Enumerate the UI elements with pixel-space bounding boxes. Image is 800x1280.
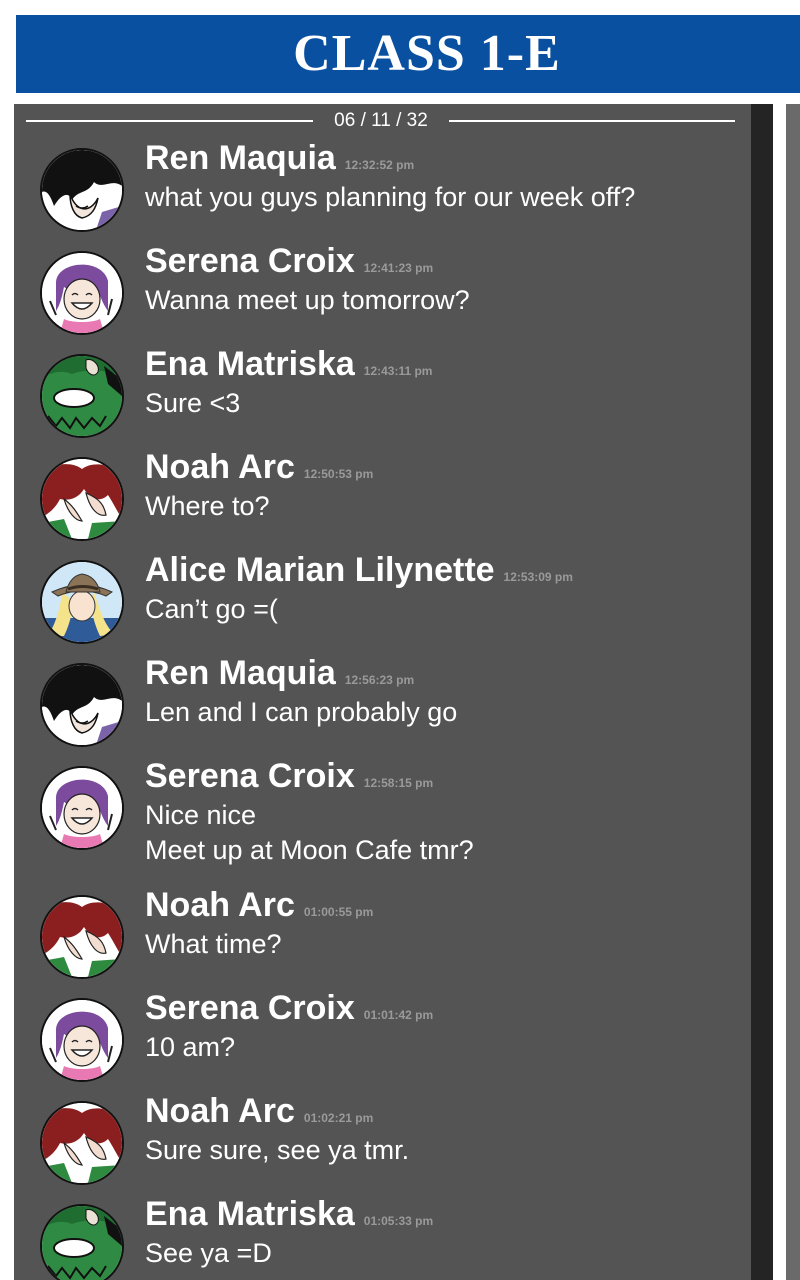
message-body: Can’t go =( bbox=[145, 592, 278, 627]
sender-name[interactable]: Ena Matriska bbox=[145, 345, 355, 383]
message-line: See ya =D bbox=[145, 1238, 272, 1268]
ena-avatar[interactable] bbox=[40, 1204, 124, 1280]
message-body: Wanna meet up tomorrow? bbox=[145, 283, 470, 318]
date-label: 06 / 11 / 32 bbox=[334, 110, 428, 131]
sender-name[interactable]: Ren Maquia bbox=[145, 139, 336, 177]
sender-name[interactable]: Noah Arc bbox=[145, 448, 295, 486]
ren-avatar[interactable] bbox=[40, 663, 124, 747]
message-line: what you guys planning for our week off? bbox=[145, 182, 636, 212]
sender-name[interactable]: Serena Croix bbox=[145, 989, 355, 1027]
message-timestamp: 01:05:33 pm bbox=[363, 1213, 434, 1228]
message-timestamp: 12:50:53 pm bbox=[303, 466, 374, 481]
sender-name[interactable]: Serena Croix bbox=[145, 757, 355, 795]
message-body: Nice nice Meet up at Moon Cafe tmr? bbox=[145, 798, 474, 868]
message-header: Noah Arc 12:50:53 pm bbox=[145, 449, 373, 492]
noah-avatar[interactable] bbox=[40, 457, 124, 541]
message-timestamp: 12:41:23 pm bbox=[363, 260, 434, 275]
message-header: Noah Arc 01:02:21 pm bbox=[145, 1093, 373, 1136]
message-header: Serena Croix 12:58:15 pm bbox=[145, 758, 433, 801]
message-line: Len and I can probably go bbox=[145, 697, 458, 727]
chat-title: CLASS 1-E bbox=[293, 25, 561, 82]
message-timestamp: 12:32:52 pm bbox=[344, 157, 415, 172]
serena-avatar[interactable] bbox=[40, 766, 124, 850]
message-body: Sure sure, see ya tmr. bbox=[145, 1133, 409, 1168]
message-timestamp: 01:01:42 pm bbox=[363, 1007, 434, 1022]
message-header: Noah Arc 01:00:55 pm bbox=[145, 887, 373, 930]
message-timestamp: 12:58:15 pm bbox=[363, 775, 434, 790]
ren-avatar[interactable] bbox=[40, 148, 124, 232]
message-body: See ya =D bbox=[145, 1236, 272, 1271]
message-line: Meet up at Moon Cafe tmr? bbox=[145, 835, 474, 865]
message-timestamp: 12:53:09 pm bbox=[503, 569, 573, 584]
noah-avatar[interactable] bbox=[40, 1101, 124, 1185]
message-timestamp: 01:02:21 pm bbox=[303, 1110, 374, 1125]
message-line: What time? bbox=[145, 929, 282, 959]
sender-name[interactable]: Ren Maquia bbox=[145, 654, 336, 692]
message-line: Sure sure, see ya tmr. bbox=[145, 1135, 410, 1165]
divider-line bbox=[449, 120, 735, 122]
divider-line bbox=[26, 120, 313, 122]
message-header: Ren Maquia 12:56:23 pm bbox=[145, 655, 414, 698]
message-body: Sure <3 bbox=[145, 386, 240, 421]
message-line: Sure <3 bbox=[145, 388, 241, 418]
chat-log[interactable]: 06 / 11 / 32 Ren Maquia 12:32:52 pm what y… bbox=[14, 104, 751, 1280]
date-divider: 06 / 11 / 32 bbox=[26, 110, 735, 132]
sender-name[interactable]: Alice Marian Lilynette bbox=[145, 551, 495, 589]
message-timestamp: 12:43:11 pm bbox=[363, 363, 433, 378]
message-body: What time? bbox=[145, 927, 282, 962]
noah-avatar[interactable] bbox=[40, 895, 124, 979]
message-timestamp: 12:56:23 pm bbox=[344, 672, 415, 687]
message-line: Nice nice bbox=[145, 800, 257, 830]
message-body: Len and I can probably go bbox=[145, 695, 457, 730]
sender-name[interactable]: Noah Arc bbox=[145, 886, 295, 924]
message-timestamp: 01:00:55 pm bbox=[303, 904, 374, 919]
message-header: Serena Croix 01:01:42 pm bbox=[145, 990, 433, 1033]
message-line: 10 am? bbox=[145, 1032, 236, 1062]
message-header: Ren Maquia 12:32:52 pm bbox=[145, 140, 414, 183]
serena-avatar[interactable] bbox=[40, 998, 124, 1082]
title-banner: CLASS 1-E bbox=[16, 15, 800, 93]
ena-avatar[interactable] bbox=[40, 354, 124, 438]
sender-name[interactable]: Serena Croix bbox=[145, 242, 355, 280]
message-body: what you guys planning for our week off? bbox=[145, 180, 635, 215]
message-header: Alice Marian Lilynette 12:53:09 pm bbox=[145, 552, 573, 595]
chat-scrollbar[interactable] bbox=[751, 104, 773, 1280]
sender-name[interactable]: Ena Matriska bbox=[145, 1195, 355, 1233]
message-body: 10 am? bbox=[145, 1030, 235, 1065]
serena-avatar[interactable] bbox=[40, 251, 124, 335]
message-line: Wanna meet up tomorrow? bbox=[145, 285, 470, 315]
message-header: Ena Matriska 01:05:33 pm bbox=[145, 1196, 433, 1239]
message-body: Where to? bbox=[145, 489, 270, 524]
alice-avatar[interactable] bbox=[40, 560, 124, 644]
sender-name[interactable]: Noah Arc bbox=[145, 1092, 295, 1130]
message-line: Can’t go =( bbox=[145, 594, 278, 624]
message-header: Serena Croix 12:41:23 pm bbox=[145, 243, 433, 286]
message-header: Ena Matriska 12:43:11 pm bbox=[145, 346, 432, 389]
adjacent-panel-edge bbox=[786, 104, 800, 1280]
message-line: Where to? bbox=[145, 491, 270, 521]
